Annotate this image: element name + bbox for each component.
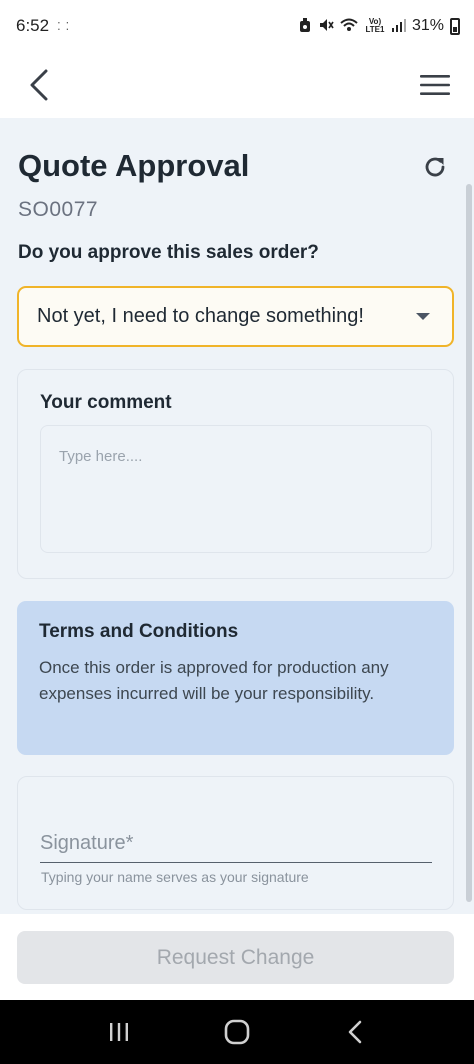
signature-input[interactable] (40, 825, 432, 863)
action-bar: Request Change (0, 914, 474, 1000)
network-label: Vo) LTE1 (365, 17, 385, 34)
comment-card: Your comment (17, 369, 454, 579)
refresh-button[interactable] (420, 152, 450, 182)
status-extra: ⁚ ⁚ (57, 20, 71, 33)
wifi-icon (340, 17, 358, 36)
signature-card: Typing your name serves as your signatur… (17, 776, 454, 910)
battery-percent: 31% (411, 17, 444, 34)
hamburger-menu-icon (420, 75, 450, 95)
back-button[interactable] (24, 65, 54, 105)
system-nav-bar (0, 1000, 474, 1064)
order-id: SO0077 (18, 198, 99, 221)
back-icon (348, 1020, 362, 1044)
status-right: Vo) LTE1 31% (298, 17, 460, 36)
signature-hint: Typing your name serves as your signatur… (41, 869, 309, 885)
home-button[interactable] (217, 1012, 257, 1052)
recents-button[interactable] (99, 1012, 139, 1052)
comment-label: Your comment (40, 392, 172, 413)
home-icon (224, 1019, 250, 1045)
menu-button[interactable] (418, 65, 452, 105)
scrollbar[interactable] (466, 184, 472, 902)
signal-icon (391, 18, 406, 35)
page-title: Quote Approval (18, 148, 250, 183)
status-left: 6:52 ⁚ ⁚ (16, 16, 70, 36)
battery-icon (450, 17, 460, 35)
comment-input[interactable] (40, 425, 432, 553)
request-change-button[interactable]: Request Change (17, 931, 454, 984)
status-time: 6:52 (16, 16, 50, 35)
mute-icon (318, 17, 334, 36)
approval-selected-value: Not yet, I need to change something! (37, 305, 364, 327)
recents-icon (110, 1023, 128, 1041)
chevron-left-icon (30, 69, 48, 101)
approval-dropdown[interactable]: Not yet, I need to change something! (17, 286, 454, 347)
status-bar: 6:52 ⁚ ⁚ Vo) LTE1 31% (0, 0, 474, 52)
refresh-icon (425, 157, 445, 177)
terms-card: Terms and Conditions Once this order is … (17, 601, 454, 755)
main-content: Quote Approval SO0077 Do you approve thi… (0, 118, 474, 914)
terms-title: Terms and Conditions (39, 621, 239, 642)
approval-question: Do you approve this sales order? (18, 242, 319, 263)
caret-down-icon (416, 313, 430, 320)
terms-body: Once this order is approved for producti… (39, 658, 389, 703)
system-back-button[interactable] (335, 1012, 375, 1052)
app-header (0, 52, 474, 118)
alarm-icon (298, 17, 312, 36)
